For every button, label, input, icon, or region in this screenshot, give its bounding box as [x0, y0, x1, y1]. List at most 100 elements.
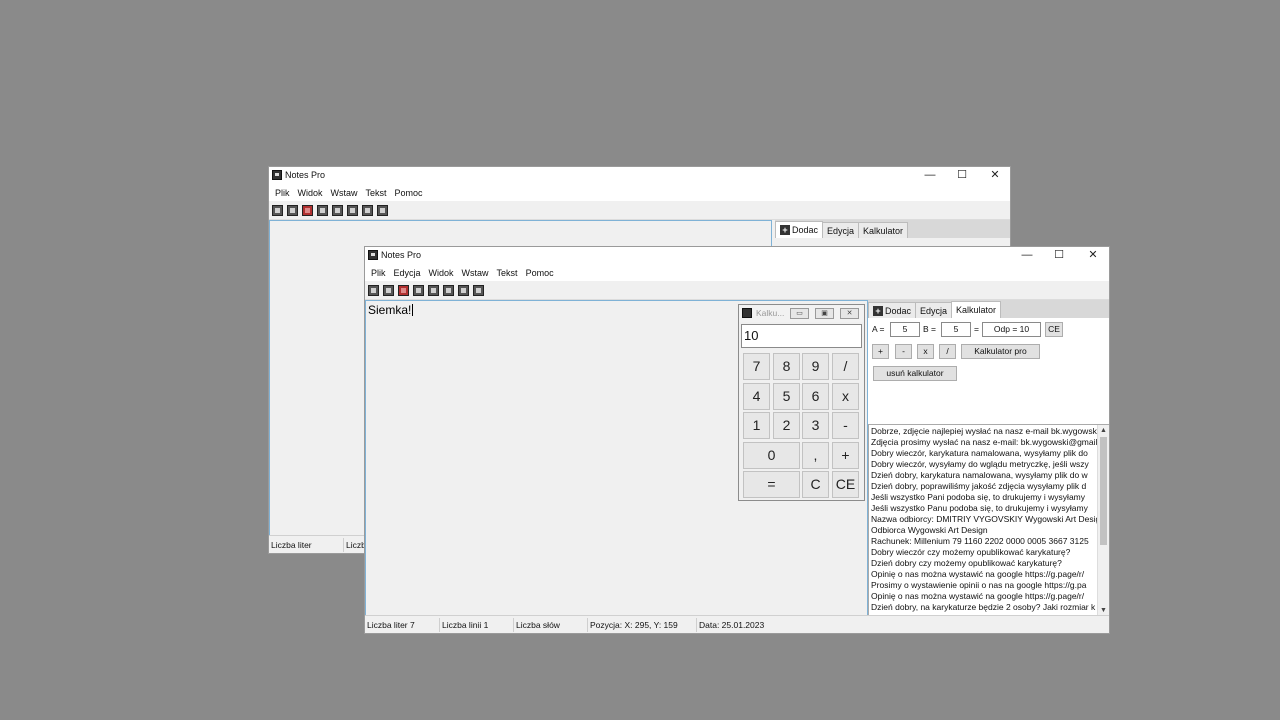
- check-icon[interactable]: [428, 284, 439, 296]
- calculator-window[interactable]: Kalku... ▭ ▣ ✕ 10 7 8 9 / 4 5 6 x 1 2 3 …: [738, 304, 865, 501]
- key-multiply[interactable]: x: [832, 383, 859, 410]
- window-title: Notes Pro: [285, 170, 326, 180]
- scroll-up-icon[interactable]: ▲: [1098, 425, 1109, 436]
- tab-dodac[interactable]: + Dodac: [868, 302, 917, 318]
- menu-pomoc[interactable]: Pomoc: [391, 188, 427, 198]
- title-bar[interactable]: Notes Pro — ☐ ✕: [365, 247, 1109, 264]
- align-right-icon[interactable]: [473, 284, 484, 296]
- list-item[interactable]: Dobry wieczór czy możemy opublikować kar…: [869, 547, 1109, 558]
- key-2[interactable]: 2: [773, 412, 800, 439]
- menu-wstaw[interactable]: Wstaw: [327, 188, 362, 198]
- list-item[interactable]: Dzień dobry, karykatura namalowana, wysy…: [869, 470, 1109, 481]
- align-center-icon[interactable]: [458, 284, 469, 296]
- list-item[interactable]: Dobrze, zdjęcie najlepiej wysłać na nasz…: [869, 426, 1109, 437]
- multiply-button[interactable]: x: [917, 344, 934, 359]
- tab-kalkulator[interactable]: Kalkulator: [858, 222, 909, 238]
- minus-button[interactable]: -: [895, 344, 912, 359]
- close-icon[interactable]: ✕: [1076, 247, 1109, 264]
- tab-edycja[interactable]: Edycja: [822, 222, 860, 238]
- align-right-icon[interactable]: [377, 204, 388, 216]
- maximize-icon[interactable]: ☐: [945, 167, 979, 184]
- key-comma[interactable]: ,: [802, 442, 829, 469]
- list-item[interactable]: Rachunek: Millenium 79 1160 2202 0000 00…: [869, 536, 1109, 547]
- a-input[interactable]: 5: [890, 322, 920, 337]
- save-icon[interactable]: [383, 284, 394, 296]
- list-item[interactable]: Nazwa odbiorcy: DMITRIY VYGOVSKIY Wygows…: [869, 514, 1109, 525]
- tab-strip: + Dodac Edycja Kalkulator: [775, 220, 1010, 238]
- tab-edycja[interactable]: Edycja: [915, 302, 953, 318]
- ce-button[interactable]: CE: [1045, 322, 1063, 337]
- close-icon[interactable]: ✕: [978, 167, 1010, 184]
- remove-calculator-button[interactable]: usuń kalkulator: [873, 366, 957, 381]
- list-item[interactable]: Opinię o nas można wystawić na google ht…: [869, 591, 1109, 602]
- key-9[interactable]: 9: [802, 353, 829, 380]
- delete-icon[interactable]: [398, 284, 409, 296]
- list-item[interactable]: Jeśli wszystko Panu podoba się, to druku…: [869, 503, 1109, 514]
- list-item[interactable]: Prosimy o wystawienie opinii o nas na go…: [869, 580, 1109, 591]
- menu-widok[interactable]: Widok: [425, 268, 458, 278]
- menu-plik[interactable]: Plik: [271, 188, 294, 198]
- maximize-icon[interactable]: ☐: [1042, 247, 1076, 264]
- key-4[interactable]: 4: [743, 383, 770, 410]
- tab-kalkulator[interactable]: Kalkulator: [951, 301, 1002, 318]
- list-item[interactable]: Odbiorca Wygowski Art Design: [869, 525, 1109, 536]
- list-item[interactable]: Dzień dobry, poprawiliśmy jakość zdjęcia…: [869, 481, 1109, 492]
- menu-tekst[interactable]: Tekst: [362, 188, 391, 198]
- list-item[interactable]: Zdjęcia prosimy wysłać na nasz e-mail: b…: [869, 437, 1109, 448]
- delete-icon[interactable]: [302, 204, 313, 216]
- list-item[interactable]: Dzień dobry czy możemy opublikować karyk…: [869, 558, 1109, 569]
- maximize-icon[interactable]: ▣: [815, 308, 834, 319]
- list-item[interactable]: Dobry wieczór, karykatura namalowana, wy…: [869, 448, 1109, 459]
- list-item[interactable]: Opinię o nas można wystawić na google ht…: [869, 569, 1109, 580]
- message-list[interactable]: Dobrze, zdjęcie najlepiej wysłać na nasz…: [868, 424, 1109, 617]
- b-input[interactable]: 5: [941, 322, 971, 337]
- key-5[interactable]: 5: [773, 383, 800, 410]
- key-plus[interactable]: +: [832, 442, 859, 469]
- menu-plik[interactable]: Plik: [367, 268, 390, 278]
- menu-widok[interactable]: Widok: [294, 188, 327, 198]
- menu-wstaw[interactable]: Wstaw: [458, 268, 493, 278]
- close-icon[interactable]: ✕: [840, 308, 859, 319]
- help-icon[interactable]: [413, 284, 424, 296]
- menu-tekst[interactable]: Tekst: [493, 268, 522, 278]
- check-icon[interactable]: [332, 204, 343, 216]
- key-clear-entry[interactable]: CE: [832, 471, 859, 498]
- tab-dodac[interactable]: + Dodac: [775, 221, 824, 238]
- save-icon[interactable]: [287, 204, 298, 216]
- align-left-icon[interactable]: [347, 204, 358, 216]
- key-minus[interactable]: -: [832, 412, 859, 439]
- new-icon[interactable]: [272, 204, 283, 216]
- minimize-icon[interactable]: ▭: [790, 308, 809, 319]
- list-item[interactable]: Dzień dobry, na karykaturze będzie 2 oso…: [869, 602, 1109, 613]
- minimize-icon[interactable]: —: [913, 167, 947, 184]
- key-6[interactable]: 6: [802, 383, 829, 410]
- key-divide[interactable]: /: [832, 353, 859, 380]
- result-field: Odp = 10: [982, 322, 1041, 337]
- letter-count: Liczba liter 7: [365, 617, 440, 632]
- vertical-scrollbar[interactable]: ▲ ▼: [1097, 425, 1109, 616]
- menu-pomoc[interactable]: Pomoc: [522, 268, 558, 278]
- plus-button[interactable]: +: [872, 344, 889, 359]
- key-clear[interactable]: C: [802, 471, 829, 498]
- list-item[interactable]: Dobry wieczór, wysyłamy do wglądu metryc…: [869, 459, 1109, 470]
- key-7[interactable]: 7: [743, 353, 770, 380]
- key-equals[interactable]: =: [743, 471, 800, 498]
- align-left-icon[interactable]: [443, 284, 454, 296]
- scroll-thumb[interactable]: [1100, 437, 1107, 545]
- key-0[interactable]: 0: [743, 442, 800, 469]
- key-1[interactable]: 1: [743, 412, 770, 439]
- minimize-icon[interactable]: —: [1010, 247, 1044, 264]
- help-icon[interactable]: [317, 204, 328, 216]
- list-item[interactable]: Jeśli wszystko Pani podoba się, to druku…: [869, 492, 1109, 503]
- calculator-title-bar[interactable]: Kalku... ▭ ▣ ✕: [739, 305, 864, 322]
- divide-button[interactable]: /: [939, 344, 956, 359]
- front-window[interactable]: Notes Pro — ☐ ✕ Plik Edycja Widok Wstaw …: [364, 246, 1110, 634]
- key-3[interactable]: 3: [802, 412, 829, 439]
- key-8[interactable]: 8: [773, 353, 800, 380]
- calculator-app-icon: [742, 308, 752, 318]
- calculator-pro-button[interactable]: Kalkulator pro: [961, 344, 1040, 359]
- new-icon[interactable]: [368, 284, 379, 296]
- align-center-icon[interactable]: [362, 204, 373, 216]
- title-bar[interactable]: Notes Pro — ☐ ✕: [269, 167, 1010, 184]
- menu-edycja[interactable]: Edycja: [390, 268, 425, 278]
